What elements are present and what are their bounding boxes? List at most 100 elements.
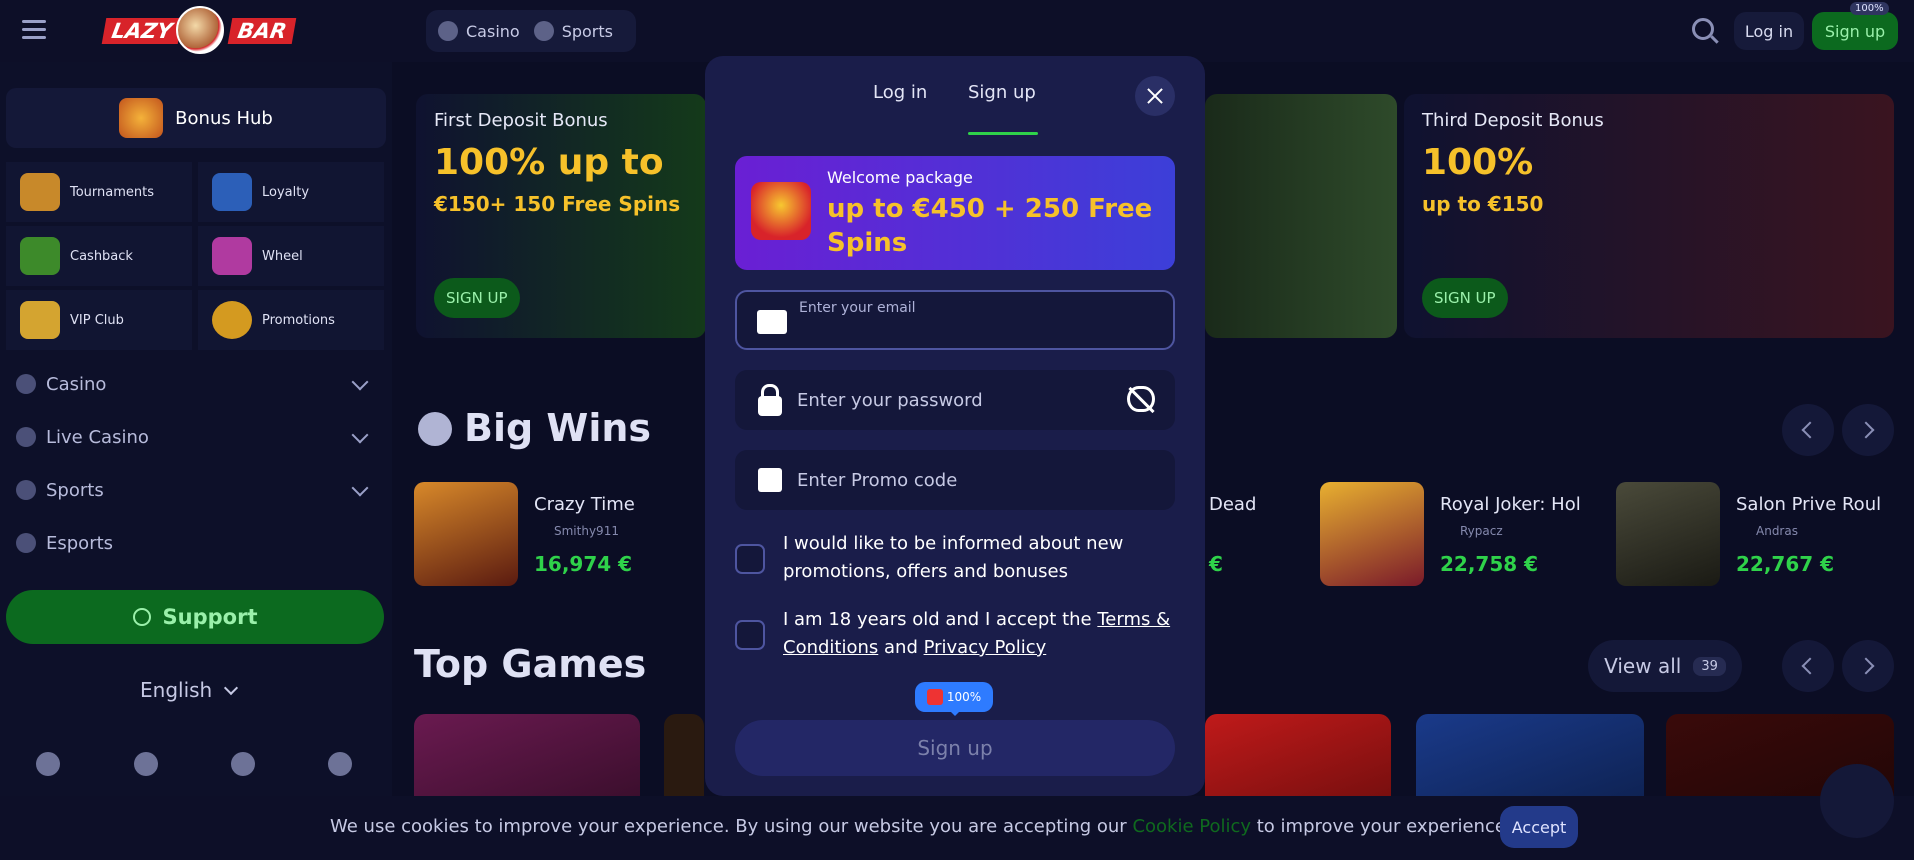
crown-icon (20, 301, 60, 339)
banner-first-deposit[interactable]: First Deposit Bonus 100% up to €150+ 150… (416, 94, 706, 338)
email-field[interactable]: Enter your email (735, 290, 1175, 350)
signup-badge: 100% (1850, 2, 1889, 15)
login-button[interactable]: Log in (1734, 12, 1804, 50)
prev-arrow-icon[interactable] (1782, 640, 1834, 692)
email-label: Enter your email (799, 300, 916, 316)
gift-box-icon (751, 182, 811, 240)
logo[interactable]: LAZY BAR (101, 6, 297, 54)
chat-icon[interactable] (1820, 764, 1894, 838)
sports-icon (533, 21, 554, 41)
tab-signup[interactable]: Sign up (968, 82, 1036, 103)
next-arrow-icon[interactable] (1842, 640, 1894, 692)
sidebar-item-esports[interactable]: Esports (16, 523, 376, 563)
banner-title: First Deposit Bonus (434, 110, 608, 131)
language-label: English (140, 678, 213, 702)
tile-label: Wheel (262, 248, 303, 264)
eye-off-icon[interactable] (1127, 386, 1155, 412)
password-field[interactable] (735, 370, 1175, 430)
prev-arrow-icon[interactable] (1782, 404, 1834, 456)
headset-icon (132, 608, 151, 626)
cookie-text-after: to improve your experience (1251, 816, 1506, 837)
trophy-icon (20, 173, 60, 211)
tile-loyalty[interactable]: Loyalty (198, 162, 384, 222)
gift-icon (926, 689, 943, 705)
view-all-button[interactable]: View all 39 (1588, 640, 1742, 692)
casino-icon (438, 21, 458, 41)
game-thumbnail (414, 482, 518, 586)
signup-button[interactable]: Sign up (1812, 12, 1898, 50)
banner-third-deposit[interactable]: Third Deposit Bonus 100% up to €150 SIGN… (1404, 94, 1894, 338)
sidebar-item-label: Live Casino (46, 426, 149, 448)
privacy-link[interactable]: Privacy Policy (924, 637, 1047, 658)
tile-wheel[interactable]: Wheel (198, 226, 384, 286)
sidebar-item-casino[interactable]: Casino (16, 364, 376, 404)
terms-and: and (878, 637, 924, 658)
star-icon (418, 412, 452, 446)
signup-modal: Log in Sign up Welcome package up to €45… (705, 56, 1205, 796)
telegram-icon[interactable] (328, 752, 352, 776)
bonus-tag: 100% (915, 682, 993, 716)
menu-icon[interactable] (22, 20, 46, 40)
win-card[interactable]: Dead € (1205, 480, 1295, 588)
bonus-hub[interactable]: Bonus Hub (6, 88, 386, 148)
win-amount: 16,974 € (534, 552, 633, 576)
language-select[interactable]: English (140, 678, 239, 702)
nav-casino[interactable]: Casino (438, 21, 520, 41)
welcome-label: Welcome package (827, 168, 973, 187)
welcome-package-card: Welcome package up to €450 + 250 Free Sp… (735, 156, 1175, 270)
password-input[interactable] (797, 386, 1137, 414)
x-twitter-icon[interactable] (36, 752, 60, 776)
tile-promotions[interactable]: Promotions (198, 290, 384, 350)
wheel-icon (212, 237, 252, 275)
chevron-down-icon (351, 373, 369, 391)
close-icon (1146, 87, 1164, 105)
live-icon (16, 427, 36, 447)
cash-icon (20, 237, 60, 275)
banner-signup-button[interactable]: SIGN UP (434, 278, 520, 318)
promo-input[interactable] (797, 466, 1137, 494)
bonus-hub-label: Bonus Hub (175, 107, 273, 129)
sidebar-item-label: Casino (46, 373, 107, 395)
win-card[interactable]: Royal Joker: Hol Rypacz 22,758 € (1320, 480, 1590, 588)
view-all-label: View all (1604, 654, 1682, 678)
accept-cookies-button[interactable]: Accept (1500, 806, 1578, 848)
nav-sports[interactable]: Sports (533, 21, 613, 41)
win-card[interactable]: Crazy Time Smithy911 16,974 € (414, 480, 704, 588)
bonus-tag-label: 100% (946, 690, 982, 704)
tile-vip-club[interactable]: VIP Club (6, 290, 192, 350)
sidebar: Bonus Hub Tournaments Loyalty Cashback W… (0, 62, 392, 860)
tile-tournaments[interactable]: Tournaments (6, 162, 192, 222)
banner-signup-button[interactable]: SIGN UP (1422, 278, 1508, 318)
nav-casino-label: Casino (466, 21, 520, 41)
newsletter-checkbox[interactable] (735, 544, 765, 574)
support-button[interactable]: Support (6, 590, 384, 644)
banner-offer: 100% up to (434, 142, 664, 183)
tab-login[interactable]: Log in (873, 82, 927, 103)
win-amount: 22,767 € (1736, 552, 1835, 576)
welcome-offer: up to €450 + 250 Free Spins (827, 194, 1153, 258)
sidebar-item-label: Sports (46, 479, 104, 501)
newsletter-text: I would like to be informed about new pr… (783, 533, 1124, 582)
terms-checkbox[interactable] (735, 620, 765, 650)
sidebar-item-sports[interactable]: Sports (16, 470, 376, 510)
close-button[interactable] (1135, 76, 1175, 116)
nav-sports-label: Sports (561, 21, 613, 41)
game-thumbnail (1320, 482, 1424, 586)
logo-text-bar: BAR (227, 18, 297, 44)
facebook-icon[interactable] (231, 752, 255, 776)
main-nav: Casino Sports (426, 10, 636, 52)
bonus-hub-icon (119, 98, 164, 138)
tile-label: Loyalty (262, 184, 310, 200)
search-icon[interactable] (1692, 18, 1714, 40)
percent-icon (212, 301, 252, 339)
instagram-icon[interactable] (134, 752, 158, 776)
cookie-text-before: We use cookies to improve your experienc… (330, 816, 1133, 837)
next-arrow-icon[interactable] (1842, 404, 1894, 456)
signup-submit-button[interactable]: Sign up (735, 720, 1175, 776)
promo-field[interactable] (735, 450, 1175, 510)
lock-icon (758, 384, 782, 416)
tile-cashback[interactable]: Cashback (6, 226, 192, 286)
cookie-policy-link[interactable]: Cookie Policy (1132, 816, 1251, 837)
sidebar-item-live-casino[interactable]: Live Casino (16, 417, 376, 457)
win-card[interactable]: Salon Prive Roul Andras 22,767 € (1616, 480, 1894, 588)
